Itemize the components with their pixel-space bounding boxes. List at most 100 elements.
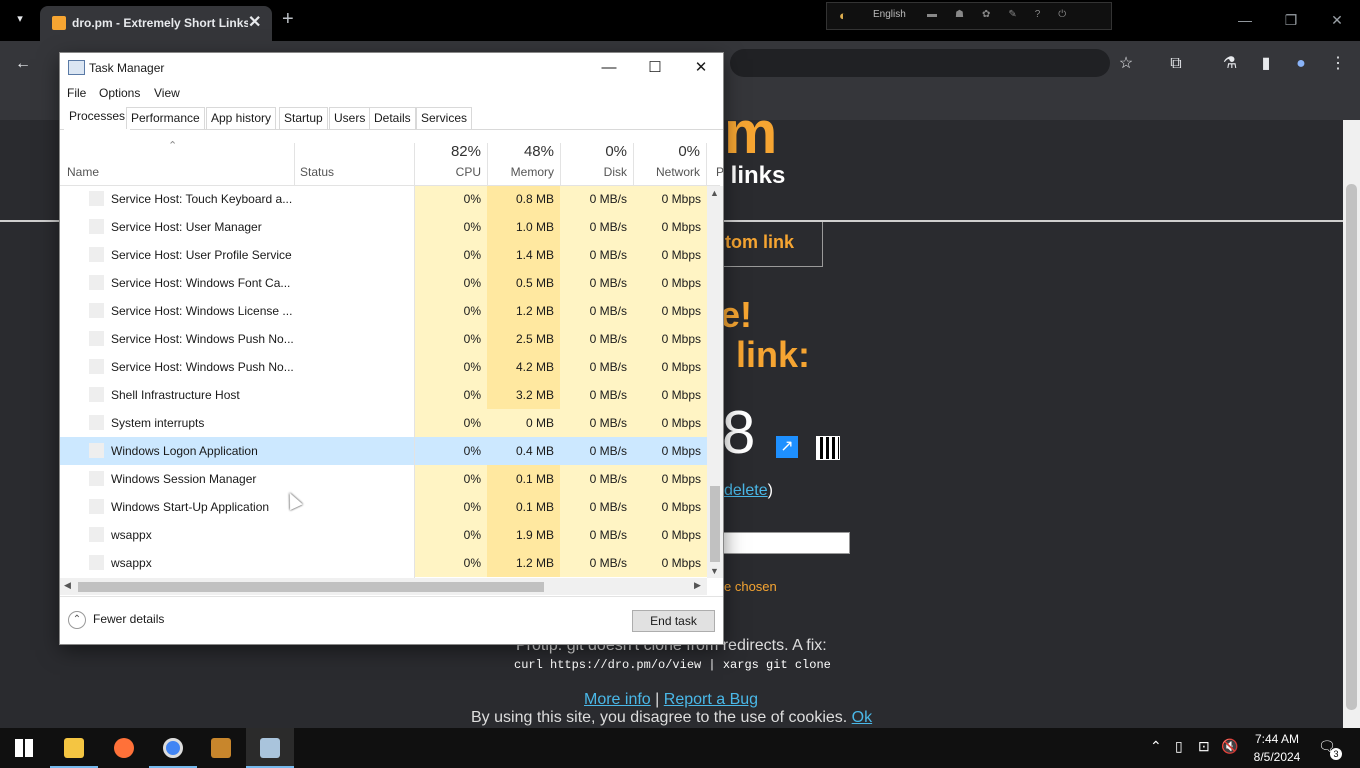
table-row[interactable]: Windows Logon Application 0% 0.4 MB 0 MB/s 0… xyxy=(60,437,707,465)
tab-startup[interactable]: Startup xyxy=(279,107,328,129)
column-memory[interactable]: 48% Memory xyxy=(487,143,561,185)
process-disk: 0 MB/s xyxy=(560,493,633,521)
tab-users[interactable]: Users xyxy=(329,107,371,129)
process-net: 0 Mbps xyxy=(633,549,707,577)
report-bug-link[interactable]: Report a Bug xyxy=(664,691,758,708)
labs-flask-icon[interactable]: ⚗ xyxy=(1219,53,1241,75)
list-horizontal-scroll-thumb[interactable] xyxy=(78,582,544,592)
page-scrollbar-thumb[interactable] xyxy=(1346,184,1357,710)
table-row[interactable]: System interrupts 0% 0 MB 0 MB/s 0 Mbps xyxy=(60,409,707,437)
cookie-ok-link[interactable]: Ok xyxy=(852,709,872,726)
tab-services[interactable]: Services xyxy=(416,107,473,129)
menu-view[interactable]: View xyxy=(154,86,180,100)
minimize-icon[interactable]: — xyxy=(1222,0,1268,40)
process-name: wsappx xyxy=(111,528,152,542)
table-row[interactable]: Windows Start-Up Application 0% 0.1 MB 0 MB… xyxy=(60,493,707,521)
qr-code-icon[interactable] xyxy=(816,436,840,460)
address-bar[interactable] xyxy=(730,49,1110,77)
scroll-left-icon[interactable]: ◀ xyxy=(64,580,71,591)
new-tab-button[interactable]: + xyxy=(282,8,294,31)
table-row[interactable]: Service Host: User Manager 0% 1.0 MB 0 MB/s… xyxy=(60,213,707,241)
bookmark-star-icon[interactable]: ☆ xyxy=(1115,53,1137,75)
extensions-icon[interactable]: ⧉ xyxy=(1165,53,1187,75)
table-row[interactable]: Service Host: Windows Font Ca... 0% 0.5 MB… xyxy=(60,269,707,297)
chevron-up-icon: ⌃ xyxy=(68,611,86,629)
network-icon[interactable]: ⊡ xyxy=(1198,738,1210,755)
taskbar-file-explorer[interactable] xyxy=(50,728,98,768)
network-total: 0% xyxy=(678,143,700,160)
table-row[interactable]: Service Host: Windows License ... 0% 1.2 M… xyxy=(60,297,707,325)
process-net: 0 Mbps xyxy=(633,493,707,521)
fewer-details-button[interactable]: ⌃ Fewer details xyxy=(68,611,164,629)
list-vertical-scrollbar[interactable]: ▲ ▼ xyxy=(707,186,723,578)
column-name[interactable]: Name xyxy=(60,143,295,185)
menu-file[interactable]: File xyxy=(67,86,86,100)
restore-icon[interactable]: ❐ xyxy=(1268,0,1314,40)
language-bar[interactable]: ◐ English ▬☗✿✎?⏻ xyxy=(826,2,1112,30)
tab-performance[interactable]: Performance xyxy=(126,107,205,129)
delete-link[interactable]: delete xyxy=(724,482,768,499)
process-mem: 0.1 MB xyxy=(487,493,560,521)
column-power[interactable]: P xyxy=(706,143,724,185)
column-disk[interactable]: 0% Disk xyxy=(560,143,634,185)
language-bar-tools-icon[interactable]: ▬☗✿✎?⏻ xyxy=(927,9,1084,20)
tray-icon[interactable]: ▯ xyxy=(1175,738,1183,755)
taskbar-task-manager[interactable] xyxy=(246,728,294,768)
system-clock[interactable]: 7:44 AM 8/5/2024 xyxy=(1244,730,1310,766)
process-mem: 0.8 MB xyxy=(487,186,560,213)
scroll-right-icon[interactable]: ▶ xyxy=(694,580,701,591)
process-name: Windows Logon Application xyxy=(111,444,258,458)
process-net: 0 Mbps xyxy=(633,186,707,213)
more-info-link[interactable]: More info xyxy=(584,691,651,708)
process-icon xyxy=(89,191,104,206)
column-cpu[interactable]: 82% CPU xyxy=(414,143,488,185)
table-row[interactable]: wsappx 0% 1.9 MB 0 MB/s 0 Mbps xyxy=(60,521,707,549)
tab-close-icon[interactable]: ✕ xyxy=(248,12,261,32)
start-button[interactable] xyxy=(0,728,48,768)
list-horizontal-scrollbar[interactable]: ◀ ▶ xyxy=(60,578,707,595)
process-disk: 0 MB/s xyxy=(560,437,633,465)
show-hidden-icons-icon[interactable]: ⌃ xyxy=(1150,738,1162,755)
table-row[interactable]: Service Host: User Profile Service 0% 1.4 … xyxy=(60,241,707,269)
process-icon xyxy=(89,415,104,430)
process-name: System interrupts xyxy=(111,416,205,430)
taskbar-app[interactable] xyxy=(197,728,245,768)
process-net: 0 Mbps xyxy=(633,297,707,325)
table-row[interactable]: wsappx 0% 1.2 MB 0 MB/s 0 Mbps xyxy=(60,549,707,577)
menu-options[interactable]: Options xyxy=(99,86,140,100)
tab-app-history[interactable]: App history xyxy=(206,107,277,129)
open-link-icon[interactable]: ↗ xyxy=(776,436,798,458)
list-vertical-scroll-thumb[interactable] xyxy=(710,486,720,562)
back-arrow-icon[interactable]: ← xyxy=(12,53,34,75)
profile-avatar-icon[interactable]: ● xyxy=(1290,53,1312,75)
table-row[interactable]: Shell Infrastructure Host 0% 3.2 MB 0 MB/s 0… xyxy=(60,381,707,409)
menu-kebab-icon[interactable]: ⋮ xyxy=(1327,53,1349,75)
table-row[interactable]: Service Host: Windows Push No... 0% 2.5 MB… xyxy=(60,325,707,353)
taskbar-firefox[interactable] xyxy=(100,728,148,768)
tab-processes[interactable]: Processes xyxy=(64,105,131,130)
scroll-down-icon[interactable]: ▼ xyxy=(710,566,719,576)
minimize-icon[interactable]: — xyxy=(586,53,632,83)
taskbar-chrome[interactable] xyxy=(149,728,197,768)
site-tagline: t links xyxy=(716,162,786,189)
close-icon[interactable]: ✕ xyxy=(1314,0,1360,40)
close-icon[interactable]: ✕ xyxy=(678,53,724,83)
column-network[interactable]: 0% Network xyxy=(633,143,707,185)
process-name: Shell Infrastructure Host xyxy=(111,388,240,402)
custom-code-input[interactable] xyxy=(710,532,850,554)
volume-muted-icon[interactable]: 🔇 xyxy=(1221,738,1238,755)
delete-paren: ) xyxy=(767,482,773,499)
maximize-icon[interactable]: ☐ xyxy=(632,53,678,83)
end-task-button[interactable]: End task xyxy=(632,610,715,632)
table-row[interactable]: Windows Session Manager 0% 0.1 MB 0 MB/s 0 M… xyxy=(60,465,707,493)
scroll-up-icon[interactable]: ▲ xyxy=(710,188,719,198)
table-row[interactable]: Service Host: Windows Push No... 0% 4.2 MB… xyxy=(60,353,707,381)
column-status[interactable]: Status xyxy=(294,143,415,185)
process-mem: 4.2 MB xyxy=(487,353,560,381)
tab-details[interactable]: Details xyxy=(369,107,416,129)
table-row[interactable]: Service Host: Touch Keyboard a... 0% 0.8 M… xyxy=(60,186,707,213)
tab-search-button[interactable]: ▾ xyxy=(10,8,30,30)
side-panel-icon[interactable]: ▮ xyxy=(1255,53,1277,75)
task-manager-titlebar[interactable]: Task Manager — ☐ ✕ xyxy=(60,53,723,83)
browser-tab[interactable]: dro.pm - Extremely Short Links ✕ xyxy=(40,6,272,41)
